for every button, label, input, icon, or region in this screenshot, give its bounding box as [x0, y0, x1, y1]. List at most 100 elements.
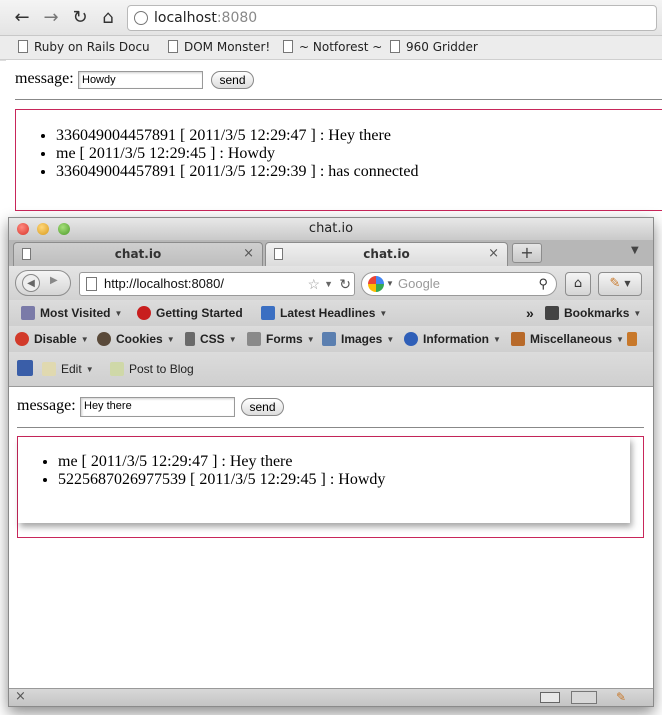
back-icon[interactable]: ◀ — [22, 274, 40, 292]
chevron-down-icon: ▼ — [85, 365, 94, 374]
css-icon — [185, 332, 195, 346]
blog-toolbar: Edit ▼ Post to Blog — [9, 352, 653, 387]
css-menu[interactable]: CSS ▼ — [185, 326, 237, 353]
message-item: me [ 2011/3/5 12:29:47 ] : Hey there — [58, 453, 630, 471]
message-list: 336049004457891 [ 2011/3/5 12:29:47 ] : … — [16, 127, 662, 181]
miscellaneous-icon — [511, 332, 525, 346]
information-menu[interactable]: Information ▼ — [404, 326, 501, 353]
chevron-down-icon: ▼ — [624, 279, 631, 288]
reload-icon[interactable]: ↻ — [339, 273, 351, 295]
message-list: me [ 2011/3/5 12:29:47 ] : Hey there 522… — [18, 453, 630, 489]
divider — [17, 427, 644, 428]
latest-headlines-menu[interactable]: Latest Headlines ▼ — [261, 300, 387, 327]
search-engine-caret-icon[interactable]: ▼ — [386, 273, 394, 295]
message-input[interactable]: Hey there — [80, 397, 235, 417]
firefox-bookmark-icon — [137, 306, 151, 320]
back-browser-address-bar[interactable]: localhost:8080 — [127, 5, 657, 31]
chevron-down-icon: ▼ — [616, 335, 624, 344]
cookies-label: Cookies — [116, 332, 163, 346]
extension-button[interactable]: ✎ ▼ — [598, 272, 642, 296]
search-placeholder: Google — [398, 276, 440, 291]
google-icon[interactable] — [368, 276, 384, 292]
extension-status-icon[interactable]: ✎ — [616, 690, 626, 704]
cookies-menu[interactable]: Cookies ▼ — [97, 326, 175, 353]
tools-icon[interactable] — [571, 691, 597, 704]
search-input[interactable]: ▼ Google ⚲ — [361, 272, 557, 296]
window-titlebar: chat.io — [9, 218, 653, 240]
getting-started-link[interactable]: Getting Started — [137, 300, 243, 326]
disable-menu[interactable]: Disable ▼ — [15, 326, 89, 353]
message-item: 5225687026977539 [ 2011/3/5 12:29:45 ] :… — [58, 471, 630, 489]
window-title: chat.io — [308, 221, 354, 236]
bookmarks-overflow-button[interactable]: » — [526, 300, 534, 326]
forms-menu[interactable]: Forms ▼ — [247, 326, 315, 353]
bookmark-item[interactable]: Ruby on Rails Docum — [18, 40, 150, 54]
bookmarks-menu[interactable]: Bookmarks ▼ — [545, 300, 641, 327]
post-to-blog-button[interactable]: Post to Blog — [110, 356, 194, 382]
forward-arrow-icon[interactable]: → — [39, 6, 63, 30]
front-browser-window: chat.io chat.io × chat.io × + ▼ ◀ ▶ http… — [8, 217, 654, 707]
close-window-icon[interactable] — [17, 223, 29, 235]
status-bar: × ✎ — [9, 688, 653, 706]
forward-icon[interactable]: ▶ — [50, 275, 58, 286]
minimize-window-icon[interactable] — [37, 223, 49, 235]
globe-icon — [134, 11, 148, 25]
message-label: message: — [15, 70, 74, 87]
page-icon — [18, 40, 28, 53]
web-developer-toolbar: Disable ▼ Cookies ▼ CSS ▼ Forms ▼ Images ▼ In… — [9, 326, 653, 352]
close-tab-icon[interactable]: × — [488, 243, 499, 265]
new-tab-button[interactable]: + — [512, 243, 542, 263]
page-icon — [86, 277, 97, 291]
extension-icon: ✎ — [609, 276, 621, 291]
bookmark-item[interactable]: DOM Monster! — [168, 40, 270, 54]
information-icon — [404, 332, 418, 346]
images-menu[interactable]: Images ▼ — [322, 326, 394, 353]
home-icon: ⌂ — [573, 276, 583, 291]
images-icon — [322, 332, 336, 346]
tab-label: chat.io — [114, 247, 162, 261]
message-item: 336049004457891 [ 2011/3/5 12:29:47 ] : … — [56, 127, 662, 145]
miscellaneous-menu[interactable]: Miscellaneous ▼ — [511, 326, 624, 353]
close-addon-bar-icon[interactable]: × — [15, 689, 26, 704]
search-icon[interactable]: ⚲ — [538, 273, 548, 295]
disable-icon — [15, 332, 29, 346]
outline-menu[interactable] — [627, 326, 642, 352]
tab-chat-io-1[interactable]: chat.io × — [13, 242, 263, 266]
message-input[interactable]: Howdy — [78, 71, 203, 89]
home-icon[interactable]: ⌂ — [96, 6, 120, 30]
tab-chat-io-2[interactable]: chat.io × — [265, 242, 508, 266]
console-icon[interactable] — [540, 692, 560, 703]
navigation-toolbar: ◀ ▶ http://localhost:8080/ ☆ ▼ ↻ ▼ Googl… — [9, 266, 653, 300]
information-label: Information — [423, 332, 489, 346]
bookmarks-label: Bookmarks — [564, 306, 630, 320]
url-bar[interactable]: http://localhost:8080/ ☆ ▼ ↻ — [79, 272, 355, 296]
send-button[interactable]: send — [211, 71, 254, 89]
back-browser-bookmarks-bar: Ruby on Rails Docum DOM Monster! ~ Notfo… — [0, 36, 662, 60]
chevron-down-icon: ▼ — [166, 335, 175, 344]
bookmark-label: ~ Notforest ~ — [299, 40, 383, 54]
close-tab-icon[interactable]: × — [243, 243, 254, 265]
chevron-down-icon: ▼ — [306, 335, 315, 344]
edit-menu[interactable]: Edit ▼ — [42, 356, 94, 383]
ct-button[interactable] — [17, 356, 38, 382]
home-button[interactable]: ⌂ — [565, 272, 591, 296]
page-icon — [274, 248, 283, 260]
back-browser-toolbar: ← → ↻ ⌂ localhost:8080 — [0, 0, 662, 36]
bookmark-label: Ruby on Rails Docum — [34, 40, 150, 54]
most-visited-menu[interactable]: Most Visited ▼ — [21, 300, 122, 327]
page-icon — [390, 40, 400, 53]
reload-icon[interactable]: ↻ — [68, 6, 92, 30]
tab-list-icon[interactable]: ▼ — [631, 245, 639, 256]
tab-label: chat.io — [363, 247, 410, 261]
disable-label: Disable — [34, 332, 77, 346]
ct-icon — [17, 360, 33, 376]
bookmark-item[interactable]: ~ Notforest ~ — [283, 40, 382, 54]
url-history-icon[interactable]: ▼ — [324, 273, 333, 295]
bookmark-item[interactable]: 960 Gridder — [390, 40, 478, 54]
chevron-down-icon: ▼ — [633, 309, 642, 318]
zoom-window-icon[interactable] — [58, 223, 70, 235]
send-button[interactable]: send — [241, 398, 284, 416]
star-icon[interactable]: ☆ — [307, 273, 320, 295]
back-arrow-icon[interactable]: ← — [10, 6, 34, 30]
chevron-down-icon: ▼ — [386, 335, 395, 344]
